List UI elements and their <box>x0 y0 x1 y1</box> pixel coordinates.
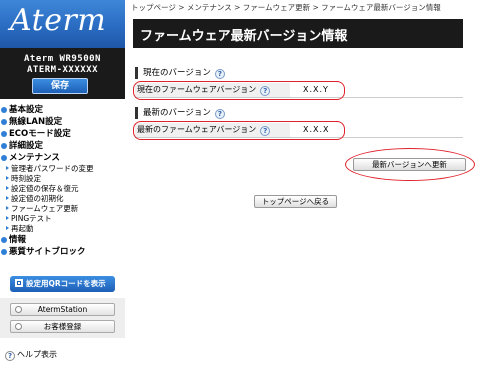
device-id: ATERM-XXXXXX <box>26 65 99 75</box>
nav-item-advanced[interactable]: 詳細設定 <box>0 140 125 152</box>
nav-sub-label: 設定値の保存＆復元 <box>11 184 79 193</box>
nav-item-info[interactable]: 情報 <box>0 234 125 246</box>
breadcrumb: トップページ > メンテナンス > ファームウェア更新 > ファームウェア最新バ… <box>131 3 441 12</box>
nav-sub-reset[interactable]: 設定値の初期化 <box>0 194 125 204</box>
triangle-right-icon <box>6 166 9 170</box>
nav-sub-label: PINGテスト <box>11 214 52 223</box>
bullet-icon <box>1 119 7 125</box>
qr-code-icon <box>15 279 23 287</box>
triangle-right-icon <box>6 176 9 180</box>
radio-circle-icon <box>15 306 22 313</box>
customer-register-label: お客様登録 <box>43 322 82 331</box>
nav-sub-label: 管理者パスワードの変更 <box>11 164 94 173</box>
bullet-icon <box>1 249 7 255</box>
atermstation-label: AtermStation <box>37 305 88 314</box>
nav-sub-label: 時刻設定 <box>11 174 41 183</box>
bullet-icon <box>1 143 7 149</box>
page-title-bar: ファームウェア最新バージョン情報 <box>133 19 463 48</box>
bullet-icon <box>1 131 7 137</box>
nav-label: メンテナンス <box>9 153 60 163</box>
nav-sub-label: ファームウェア更新 <box>11 204 79 213</box>
nav-label: 悪質サイトブロック <box>9 247 86 257</box>
sidebar-nav: 基本設定 無線LAN設定 ECOモード設定 詳細設定 メンテナンス 管理者パスワ… <box>0 104 125 258</box>
nav-sub-save-restore[interactable]: 設定値の保存＆復元 <box>0 184 125 194</box>
sidebar: Aterm Aterm WR9500N ATERM-XXXXXX 保存 基本設定… <box>0 0 125 367</box>
triangle-right-icon <box>6 226 9 230</box>
nav-sub-admin-password[interactable]: 管理者パスワードの変更 <box>0 164 125 174</box>
aterm-logo: Aterm <box>10 3 107 38</box>
highlight-oval <box>133 121 345 140</box>
help-icon[interactable]: ? <box>214 69 225 79</box>
bullet-icon <box>1 155 7 161</box>
nav-item-wireless-lan[interactable]: 無線LAN設定 <box>0 116 125 128</box>
save-button[interactable]: 保存 <box>32 78 88 94</box>
atermstation-button[interactable]: AtermStation <box>10 303 115 316</box>
bullet-icon <box>1 237 7 243</box>
highlight-oval <box>133 81 345 100</box>
triangle-right-icon <box>6 216 9 220</box>
section-latest-version: 最新のバージョン? <box>135 107 225 119</box>
nav-sub-firmware-update[interactable]: ファームウェア更新 <box>0 204 125 214</box>
radio-circle-icon <box>15 323 22 330</box>
external-links: AtermStation お客様登録 <box>0 298 125 338</box>
section-current-version: 現在のバージョン? <box>135 67 225 79</box>
help-link[interactable]: ? ヘルプ表示 <box>5 349 57 361</box>
nav-item-maintenance[interactable]: メンテナンス <box>0 152 125 164</box>
qr-code-button[interactable]: 設定用QRコードを表示 <box>10 276 115 292</box>
triangle-right-icon <box>6 186 9 190</box>
nav-label: 無線LAN設定 <box>9 117 63 127</box>
nav-item-malicious-site-block[interactable]: 悪質サイトブロック <box>0 246 125 258</box>
logo-area: Aterm <box>0 0 125 48</box>
back-to-top-button[interactable]: トップページへ戻る <box>254 195 337 208</box>
section-title: 最新のバージョン <box>143 108 211 118</box>
nav-label: 基本設定 <box>9 105 44 115</box>
highlight-oval <box>345 148 475 181</box>
triangle-right-icon <box>6 206 9 210</box>
bullet-icon <box>1 107 7 113</box>
help-icon: ? <box>5 351 15 361</box>
nav-label: ECOモード設定 <box>9 129 71 139</box>
nav-sub-time-setting[interactable]: 時刻設定 <box>0 174 125 184</box>
nav-item-eco-mode[interactable]: ECOモード設定 <box>0 128 125 140</box>
page-title: ファームウェア最新バージョン情報 <box>140 29 348 44</box>
model-name: Aterm WR9500N <box>24 54 101 64</box>
nav-sub-ping-test[interactable]: PINGテスト <box>0 214 125 224</box>
nav-label: 情報 <box>9 235 27 245</box>
nav-sub-reboot[interactable]: 再起動 <box>0 224 125 234</box>
nav-sub-label: 再起動 <box>11 224 34 233</box>
qr-code-label: 設定用QRコードを表示 <box>26 279 106 288</box>
section-title: 現在のバージョン <box>143 68 211 78</box>
help-label: ヘルプ表示 <box>17 350 57 359</box>
nav-label: 詳細設定 <box>9 141 44 151</box>
help-icon[interactable]: ? <box>214 109 225 119</box>
nav-sub-label: 設定値の初期化 <box>11 194 64 203</box>
nav-item-basic[interactable]: 基本設定 <box>0 104 125 116</box>
main-content: トップページ > メンテナンス > ファームウェア更新 > ファームウェア最新バ… <box>125 0 479 367</box>
customer-register-button[interactable]: お客様登録 <box>10 320 115 333</box>
triangle-right-icon <box>6 196 9 200</box>
